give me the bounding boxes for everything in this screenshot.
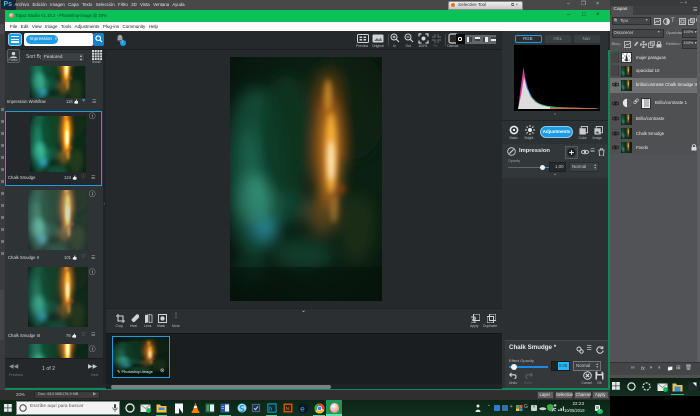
svg-text:e: e [300,404,305,413]
svg-text:h: h [269,406,272,412]
svg-text:N: N [285,406,288,411]
